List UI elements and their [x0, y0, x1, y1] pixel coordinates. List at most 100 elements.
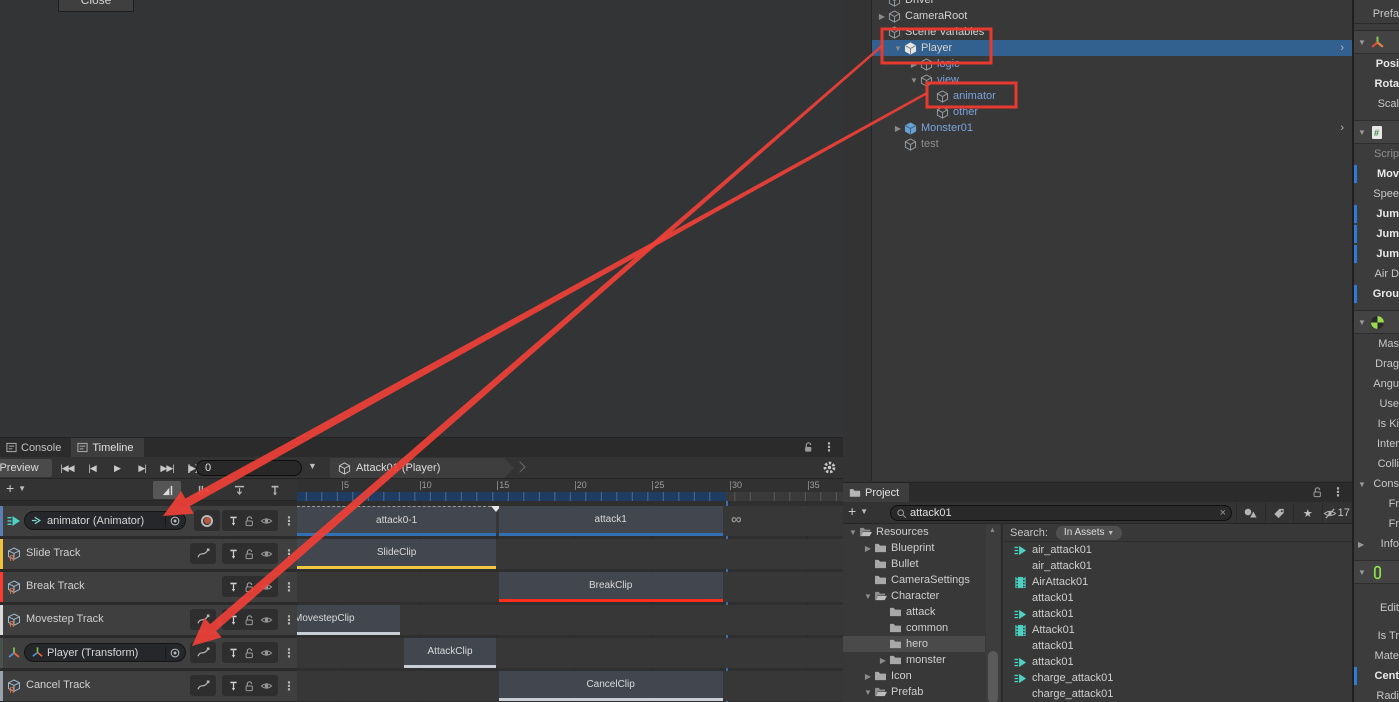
timeline-clip[interactable]: attack0-1 — [297, 506, 496, 536]
prefab-chevron-icon[interactable]: › — [1340, 122, 1344, 134]
folder-tree-item[interactable]: Resources — [843, 524, 985, 540]
inspector-row[interactable]: ▼ ▼ ▶ # Prefa — [1354, 0, 1399, 24]
inspector-row[interactable]: ▼ ▼ ▶ # Angu — [1354, 374, 1399, 394]
gear-icon[interactable] — [822, 460, 837, 475]
scroll-up-icon[interactable]: ▲ — [989, 527, 996, 534]
favorites-star-icon[interactable]: ★ — [1293, 503, 1322, 523]
pane-divider[interactable] — [1001, 524, 1003, 702]
hierarchy-item[interactable]: CameraRoot — [872, 8, 1352, 24]
search-scope-dropdown[interactable]: In Assets ▼ — [1056, 526, 1122, 540]
preview-toggle-button[interactable]: Preview — [0, 459, 52, 477]
folder-tree-item[interactable]: common — [843, 620, 985, 636]
panel-tab[interactable]: Timeline — [71, 438, 143, 457]
curves-button[interactable] — [190, 543, 216, 564]
search-result-item[interactable]: Attack01 — [1004, 622, 1352, 638]
scrollbar-thumb[interactable] — [988, 651, 998, 702]
foldout-arrow-icon[interactable] — [876, 12, 888, 21]
timeline-clip[interactable]: AttackClip — [404, 638, 496, 668]
inspector-row[interactable]: ▼ ▼ ▶ # — [1354, 30, 1399, 54]
timeline-clip[interactable]: CancelClip — [499, 671, 723, 701]
clear-search-icon[interactable]: × — [1220, 507, 1226, 519]
timeline-menu-icon[interactable]: ⋮ — [823, 440, 835, 454]
foldout-arrow-icon[interactable] — [862, 688, 874, 697]
eye-icon[interactable] — [260, 647, 273, 659]
folder-tree-item[interactable]: Character — [843, 588, 985, 604]
track-header[interactable]: {} Movestep Track ⋮ — [0, 605, 297, 635]
folder-tree-item[interactable]: hero — [843, 636, 985, 652]
hierarchy-item[interactable]: view — [872, 72, 1352, 88]
search-result-item[interactable]: attack01 — [1004, 638, 1352, 654]
inspector-row[interactable]: ▼ ▼ ▶ # — [1354, 120, 1399, 144]
track-lane[interactable]: AttackClip — [297, 638, 843, 668]
project-tab[interactable]: Project — [843, 483, 909, 502]
hierarchy-item[interactable]: Player › — [872, 40, 1352, 56]
track-header[interactable]: {} animator (Animator) — [0, 506, 297, 536]
inspector-row[interactable]: ▼ ▼ ▶ # Colli — [1354, 454, 1399, 474]
lock-icon[interactable] — [244, 680, 254, 692]
lock-icon[interactable] — [1312, 486, 1322, 498]
foldout-closed-icon[interactable]: ▶ — [1358, 540, 1364, 549]
folder-tree-item[interactable]: attack — [843, 604, 985, 620]
track-header[interactable]: {} Break Track ⋮ — [0, 572, 297, 602]
skip-to-start-button[interactable]: |◀◀ — [56, 459, 78, 477]
search-input[interactable] — [907, 507, 1220, 519]
frame-dropdown-icon[interactable]: ▼ — [308, 461, 317, 471]
foldout-arrow-icon[interactable] — [877, 656, 889, 665]
eye-icon[interactable] — [260, 515, 273, 527]
hierarchy-item[interactable]: animator — [872, 88, 1352, 104]
foldout-arrow-icon[interactable] — [908, 76, 920, 85]
track-lane[interactable]: BreakClip — [297, 572, 843, 602]
inspector-row[interactable]: ▼ ▼ ▶ # Use — [1354, 394, 1399, 414]
track-lane[interactable]: MovestepClip — [297, 605, 843, 635]
track-menu-icon[interactable]: ⋮ — [283, 580, 295, 594]
play-button[interactable]: ▶ — [106, 459, 128, 477]
inspector-row[interactable]: ▼ ▼ ▶ # Cent — [1354, 666, 1399, 686]
foldout-arrow-icon[interactable] — [862, 672, 874, 681]
foldout-arrow-icon[interactable] — [908, 60, 920, 69]
track-lane[interactable]: CancelClip — [297, 671, 843, 701]
eye-icon[interactable] — [260, 680, 273, 692]
inspector-row[interactable]: ▼ ▼ ▶ # Inter — [1354, 434, 1399, 454]
pin-icon[interactable] — [228, 647, 239, 659]
inspector-row[interactable]: ▼ ▼ ▶ # Fr — [1354, 514, 1399, 534]
curves-button[interactable] — [190, 609, 216, 630]
timeline-clip[interactable]: SlideClip — [297, 539, 496, 569]
hierarchy-item[interactable]: Scene Variables — [872, 24, 1352, 40]
eye-icon[interactable] — [260, 548, 273, 560]
inspector-row[interactable]: ▼ ▼ ▶ # Grou — [1354, 284, 1399, 304]
foldout-arrow-icon[interactable]: ▼ — [1358, 568, 1366, 577]
lock-icon[interactable] — [244, 515, 254, 527]
record-button[interactable] — [194, 510, 220, 531]
folder-tree-item[interactable]: Blueprint — [843, 540, 985, 556]
inspector-row[interactable]: ▼ ▼ ▶ # Fr — [1354, 494, 1399, 514]
folder-tree-item[interactable]: monster — [843, 652, 985, 668]
lock-icon[interactable] — [244, 581, 254, 593]
pin-icon[interactable] — [228, 515, 239, 527]
curves-view-toggle[interactable] — [153, 481, 181, 499]
folder-tree-item[interactable]: Icon — [843, 668, 985, 684]
folder-tree-item[interactable]: Bullet — [843, 556, 985, 572]
foldout-open-icon[interactable]: ▼ — [1358, 480, 1366, 489]
panel-tab[interactable]: Console — [0, 438, 71, 457]
track-binding-field[interactable]: Player (Transform) — [24, 643, 186, 662]
search-result-item[interactable]: air_attack01 — [1004, 542, 1352, 558]
inspector-row[interactable]: ▼ ▼ ▶ # Is Ki — [1354, 414, 1399, 434]
inspector-row[interactable]: ▼ ▼ ▶ # Info — [1354, 534, 1399, 554]
hierarchy-item[interactable]: other — [872, 104, 1352, 120]
marker-toggle-icon[interactable] — [261, 481, 289, 499]
search-result-item[interactable]: charge_attack01 — [1004, 686, 1352, 702]
search-by-type-icon[interactable] — [1236, 503, 1265, 523]
lock-icon[interactable] — [244, 647, 254, 659]
track-menu-icon[interactable]: ⋮ — [283, 547, 295, 561]
project-search-field[interactable]: × — [890, 505, 1232, 521]
inspector-row[interactable]: ▼ ▼ ▶ # Jum — [1354, 204, 1399, 224]
lock-icon[interactable] — [244, 548, 254, 560]
timeline-ruler[interactable]: 5101520253035 — [297, 479, 843, 501]
track-menu-icon[interactable]: ⋮ — [283, 679, 295, 693]
search-result-item[interactable]: attack01 — [1004, 590, 1352, 606]
pin-icon[interactable] — [228, 548, 239, 560]
track-lane[interactable]: attack0-1attack1∞ — [297, 506, 843, 536]
label-icon[interactable] — [1265, 503, 1294, 523]
inspector-row[interactable]: ▼ ▼ ▶ # Edit — [1354, 598, 1399, 618]
foldout-arrow-icon[interactable]: ▼ — [1358, 38, 1366, 47]
